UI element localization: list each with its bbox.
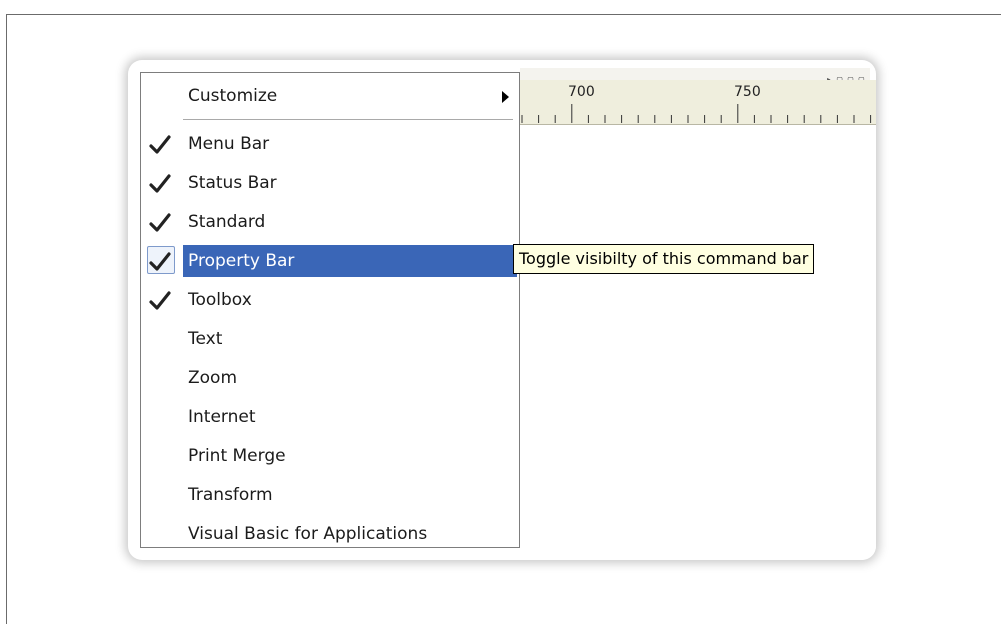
drawing-canvas[interactable] bbox=[520, 125, 876, 560]
check-icon bbox=[149, 213, 171, 232]
horizontal-ruler[interactable]: 700 750 bbox=[520, 80, 876, 125]
tooltip: Toggle visibilty of this command bar bbox=[513, 244, 815, 274]
check-icon bbox=[149, 174, 171, 193]
menu-item-label: Visual Basic for Applications bbox=[188, 524, 428, 544]
menu-item-standard[interactable]: Standard bbox=[141, 203, 519, 241]
menu-item-property-bar[interactable]: Property Bar bbox=[141, 242, 519, 280]
menu-item-transform[interactable]: Transform bbox=[141, 476, 519, 514]
menu-item-label: Print Merge bbox=[188, 446, 286, 466]
menu-item-internet[interactable]: Internet bbox=[141, 398, 519, 436]
menu-item-label: Internet bbox=[188, 407, 256, 427]
check-icon bbox=[149, 291, 171, 310]
check-icon bbox=[149, 135, 171, 154]
menu-item-label: Zoom bbox=[188, 368, 238, 388]
menu-item-toolbox[interactable]: Toolbox bbox=[141, 281, 519, 319]
menu-item-status-bar[interactable]: Status Bar bbox=[141, 164, 519, 202]
menu-item-label: Standard bbox=[188, 212, 266, 232]
menu-item-label: Text bbox=[188, 329, 223, 349]
menu-item-menu-bar[interactable]: Menu Bar bbox=[141, 125, 519, 163]
menu-item-print-merge[interactable]: Print Merge bbox=[141, 437, 519, 475]
toolbar-context-menu: Customize Menu Bar Status Bar Standard Prop… bbox=[140, 72, 520, 548]
menu-item-label: Property Bar bbox=[188, 251, 295, 271]
menu-item-visual-basic-for-applications[interactable]: Visual Basic for Applications bbox=[141, 515, 519, 553]
menu-item-zoom[interactable]: Zoom bbox=[141, 359, 519, 397]
menu-item-text[interactable]: Text bbox=[141, 320, 519, 358]
menu-item-customize[interactable]: Customize bbox=[141, 77, 519, 115]
menu-item-label: Toolbox bbox=[188, 290, 252, 310]
ruler-label: 700 bbox=[568, 84, 595, 100]
menu-item-label: Transform bbox=[188, 485, 273, 505]
ruler-label: 750 bbox=[734, 84, 761, 100]
toolbar-strip: ▸ ▢ ▢ ▢ bbox=[520, 68, 870, 85]
menu-separator bbox=[183, 119, 513, 120]
check-icon bbox=[149, 252, 171, 271]
menu-item-label: Status Bar bbox=[188, 173, 277, 193]
menu-item-label: Customize bbox=[188, 86, 278, 106]
menu-item-label: Menu Bar bbox=[188, 134, 270, 154]
submenu-arrow-icon bbox=[502, 91, 509, 103]
